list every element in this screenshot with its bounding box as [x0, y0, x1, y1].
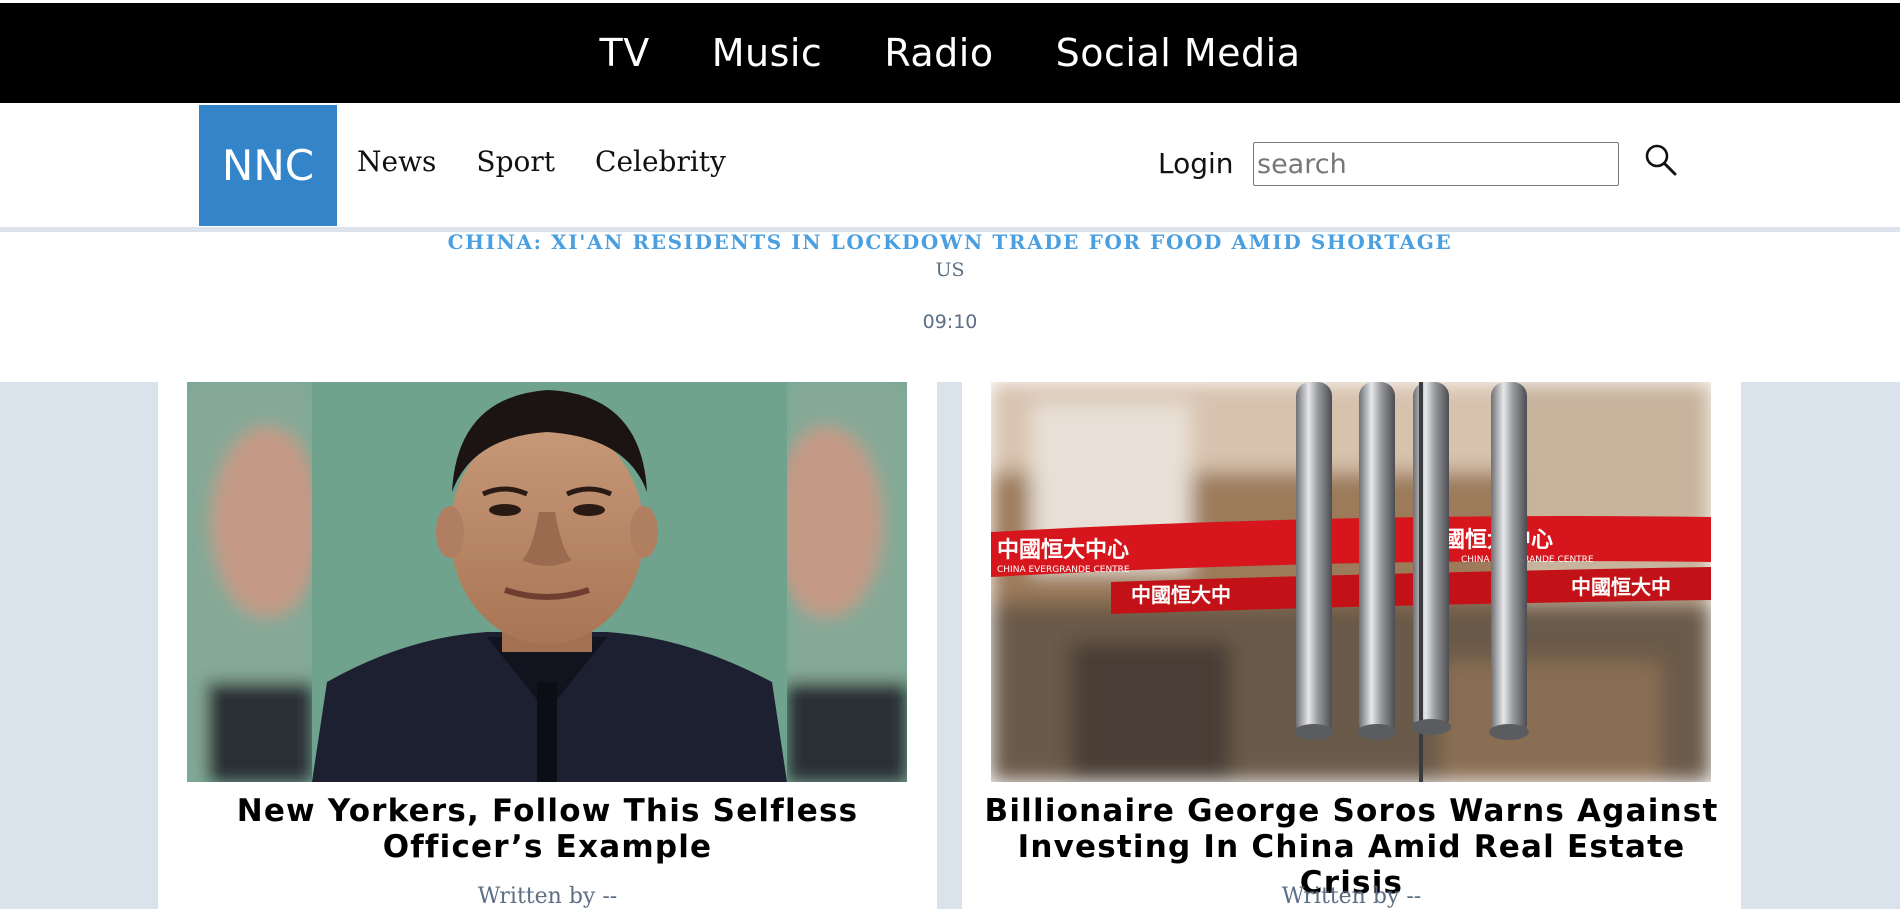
- top-nav: TV Music Radio Social Media: [0, 3, 1900, 103]
- headline-ticker: CHINA: XI'AN RESIDENTS IN LOCKDOWN TRADE…: [0, 232, 1900, 332]
- svg-text:中國恒大中: 中國恒大中: [1571, 575, 1671, 599]
- svg-text:中國恒大中: 中國恒大中: [1131, 583, 1231, 607]
- nav-link-news[interactable]: News: [357, 145, 436, 178]
- magnifier-icon: [1645, 144, 1677, 176]
- top-nav-social-media[interactable]: Social Media: [1056, 34, 1301, 72]
- top-nav-music[interactable]: Music: [712, 34, 823, 72]
- article-author: Written by --: [477, 884, 618, 909]
- nav-link-celebrity[interactable]: Celebrity: [595, 145, 726, 178]
- article-image-evergrande[interactable]: 中國恒大中心 CHINA EVERGRANDE CENTRE 中國恒大中心 CH…: [991, 382, 1711, 782]
- ticker-time: 09:10: [922, 311, 978, 333]
- login-link[interactable]: Login: [1158, 147, 1234, 180]
- article-card[interactable]: New Yorkers, Follow This Selfless Office…: [158, 382, 937, 909]
- svg-text:CHINA EVERGRANDE CENTRE: CHINA EVERGRANDE CENTRE: [1461, 555, 1594, 565]
- ticker-region: US: [935, 259, 965, 281]
- article-title[interactable]: New Yorkers, Follow This Selfless Office…: [158, 793, 937, 865]
- site-logo[interactable]: NNC: [199, 105, 337, 226]
- search-button[interactable]: [1644, 143, 1678, 181]
- ticker-headline[interactable]: CHINA: XI'AN RESIDENTS IN LOCKDOWN TRADE…: [0, 232, 1900, 252]
- article-image-officer[interactable]: [187, 382, 907, 782]
- nav-link-sport[interactable]: Sport: [476, 145, 555, 178]
- article-grid: New Yorkers, Follow This Selfless Office…: [0, 382, 1900, 909]
- article-card[interactable]: 中國恒大中心 CHINA EVERGRANDE CENTRE 中國恒大中心 CH…: [962, 382, 1741, 909]
- svg-text:CHINA EVERGRANDE CENTRE: CHINA EVERGRANDE CENTRE: [997, 565, 1130, 575]
- search-input[interactable]: [1253, 142, 1619, 186]
- svg-text:中國恒大中心: 中國恒大中心: [997, 537, 1129, 563]
- top-nav-tv[interactable]: TV: [599, 34, 649, 72]
- article-author: Written by --: [1281, 884, 1422, 909]
- main-nav: NNC News Sport Celebrity Login: [0, 103, 1900, 232]
- section-links: News Sport Celebrity: [357, 145, 766, 178]
- top-nav-radio[interactable]: Radio: [884, 34, 993, 72]
